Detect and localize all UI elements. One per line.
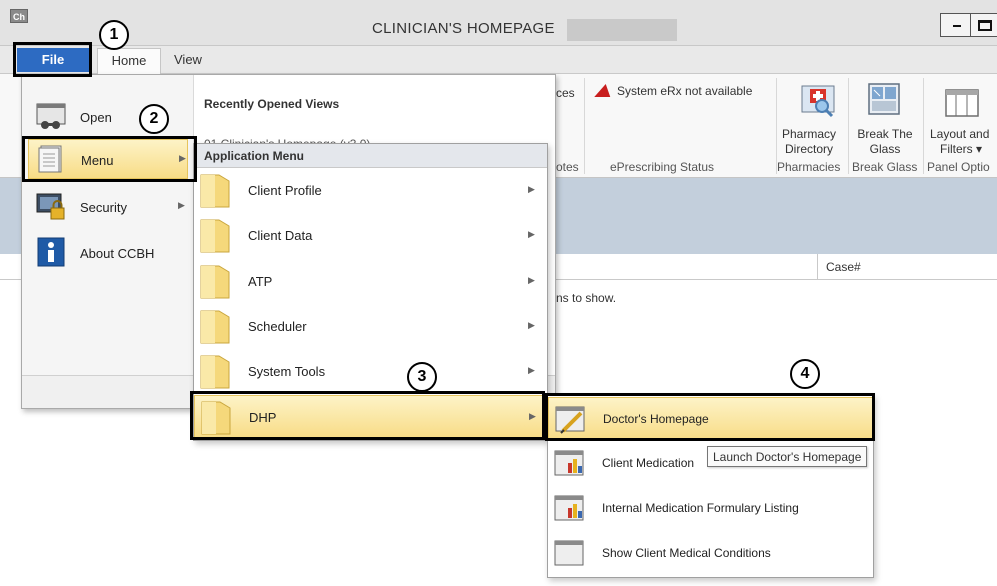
panel-options-group-label: Panel Optio — [927, 160, 990, 174]
minimize-icon[interactable] — [953, 25, 961, 27]
app-menu-label: System Tools — [248, 364, 326, 379]
ribbon-partial-text: ces — [556, 86, 575, 100]
window-control-divider — [970, 14, 971, 36]
window-icon — [554, 540, 584, 566]
title-bar: Ch CLINICIAN'S HOMEPAGE — [0, 0, 997, 46]
ribbon-separator — [848, 78, 849, 174]
submenu-arrow-icon: ▶ — [528, 365, 535, 375]
dhp-menu-internal-formulary[interactable]: Internal Medication Formulary Listing — [548, 487, 873, 531]
file-menu-label: Open — [80, 110, 112, 125]
security-lock-icon — [36, 193, 65, 220]
break-glass-label-1[interactable]: Break The — [852, 127, 918, 142]
folder-icon — [200, 355, 230, 389]
file-menu-label: Security — [80, 200, 127, 215]
file-menu-security[interactable]: Security ▶ — [28, 187, 188, 227]
dhp-menu-label: Client Medication — [602, 456, 695, 470]
submenu-arrow-icon: ▶ — [529, 411, 536, 421]
submenu-arrow-icon: ▶ — [528, 275, 535, 285]
app-logo-icon: Ch — [10, 9, 28, 23]
erx-status-text: System eRx not available — [617, 84, 753, 98]
pencil-window-icon — [555, 406, 585, 434]
submenu-arrow-icon: ▶ — [179, 153, 186, 163]
submenu-arrow-icon: ▶ — [528, 184, 535, 194]
application-menu-heading: Application Menu — [194, 144, 547, 168]
dhp-menu: Doctor's Homepage Client Medication Inte… — [547, 394, 874, 578]
app-menu-label: ATP — [248, 274, 273, 289]
dhp-menu-label: Internal Medication Formulary Listing — [602, 501, 799, 515]
app-menu-label: DHP — [249, 410, 277, 425]
step-4-badge: 4 — [790, 359, 820, 389]
folder-icon — [200, 174, 230, 208]
dhp-menu-medical-conditions[interactable]: Show Client Medical Conditions — [548, 532, 873, 576]
app-menu-label: Scheduler — [248, 319, 307, 334]
maximize-icon[interactable] — [978, 20, 992, 31]
chart-window-icon — [554, 450, 584, 476]
break-glass-icon[interactable] — [866, 82, 902, 116]
submenu-arrow-icon: ▶ — [178, 200, 185, 210]
app-menu-client-profile[interactable]: Client Profile ▶ — [194, 169, 547, 213]
pharmacy-directory-label-1[interactable]: Pharmacy — [776, 127, 842, 142]
folder-icon — [201, 401, 231, 435]
ribbon-partial-group: otes — [556, 160, 579, 174]
app-menu-scheduler[interactable]: Scheduler ▶ — [194, 305, 547, 349]
info-icon — [37, 237, 65, 267]
dhp-menu-label: Show Client Medical Conditions — [602, 546, 771, 560]
title-redaction — [567, 19, 677, 41]
empty-grid-message: ns to show. — [556, 291, 617, 305]
layout-filters-label-2[interactable]: Filters ▾ — [940, 142, 982, 157]
tab-home[interactable]: Home — [97, 48, 161, 74]
tab-view[interactable]: View — [174, 52, 202, 67]
ribbon-separator — [584, 78, 585, 174]
pharmacies-group-label: Pharmacies — [777, 160, 841, 174]
app-menu-system-tools[interactable]: System Tools ▶ — [194, 350, 547, 394]
dhp-menu-doctors-homepage[interactable]: Doctor's Homepage — [548, 397, 873, 441]
application-menu: Application Menu Client Profile ▶ Client… — [193, 143, 548, 441]
app-menu-label: Client Profile — [248, 183, 322, 198]
pharmacy-directory-label-2[interactable]: Directory — [776, 142, 842, 157]
folder-icon — [200, 219, 230, 253]
file-menu-label: About CCBH — [80, 246, 155, 261]
chart-window-icon — [554, 495, 584, 521]
window-controls — [940, 13, 997, 37]
window-title: CLINICIAN'S HOMEPAGE — [372, 20, 555, 37]
tooltip: Launch Doctor's Homepage — [707, 446, 868, 467]
submenu-arrow-icon: ▶ — [528, 320, 535, 330]
break-glass-label-2[interactable]: Glass — [852, 142, 918, 157]
layout-filters-label-1[interactable]: Layout and — [930, 127, 989, 142]
step-2-badge: 2 — [139, 104, 169, 134]
step-3-badge: 3 — [407, 362, 437, 392]
menu-icon — [38, 145, 62, 173]
folder-icon — [200, 310, 230, 344]
app-menu-dhp[interactable]: DHP ▶ — [194, 395, 547, 439]
app-menu-label: Client Data — [248, 228, 313, 243]
ribbon-separator — [923, 78, 924, 174]
open-folder-icon — [36, 103, 66, 129]
file-menu-menu[interactable]: Menu ▶ — [28, 139, 188, 179]
app-menu-atp[interactable]: ATP ▶ — [194, 260, 547, 304]
file-menu-label: Menu — [81, 153, 114, 168]
folder-icon — [200, 265, 230, 299]
app-menu-client-data[interactable]: Client Data ▶ — [194, 214, 547, 258]
layout-filters-icon[interactable] — [944, 86, 980, 120]
submenu-arrow-icon: ▶ — [528, 229, 535, 239]
eprescribing-group-label: ePrescribing Status — [610, 160, 715, 174]
dhp-menu-label: Doctor's Homepage — [603, 412, 709, 426]
step-1-badge: 1 — [99, 20, 129, 50]
tab-file[interactable]: File — [17, 48, 89, 72]
recent-views-heading: Recently Opened Views — [204, 97, 340, 111]
ribbon-tab-row: File Home View — [0, 46, 997, 74]
pharmacy-directory-icon[interactable] — [800, 84, 836, 118]
break-glass-group-label: Break Glass — [852, 160, 918, 174]
file-menu-about[interactable]: About CCBH — [28, 233, 188, 273]
case-column-header[interactable]: Case# — [817, 254, 861, 280]
erx-warning-icon — [594, 84, 614, 97]
